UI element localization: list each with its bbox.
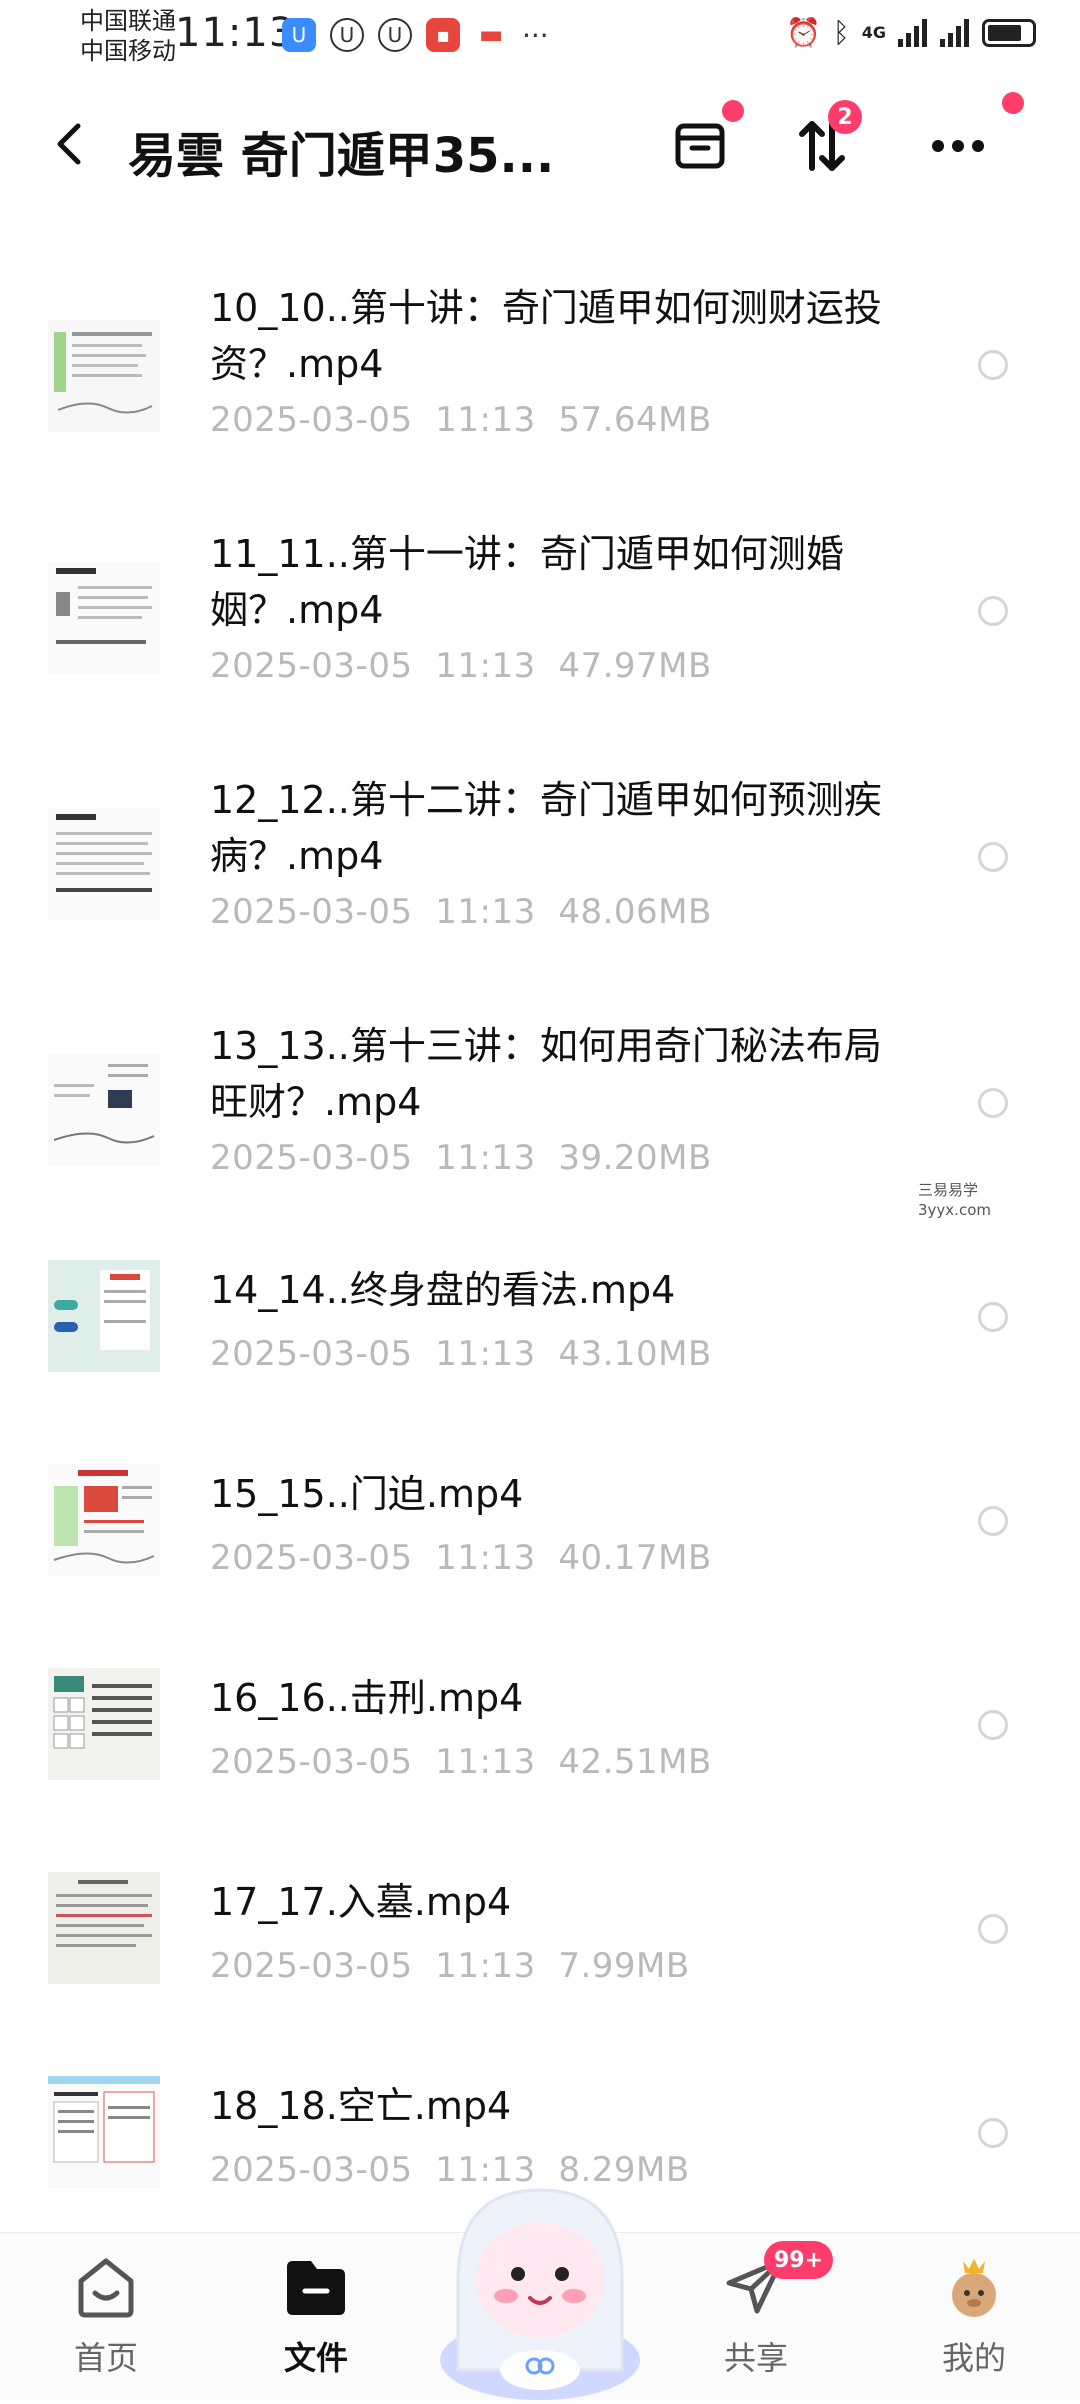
select-radio[interactable] <box>978 842 1008 872</box>
more-notifications-icon: ··· <box>522 18 549 52</box>
select-radio[interactable] <box>978 1710 1008 1740</box>
app-notification-icon: U <box>378 18 412 52</box>
file-meta: 2025-03-05 11:13 57.64MB <box>210 400 712 440</box>
select-button[interactable] <box>660 100 744 186</box>
select-radio[interactable] <box>978 1088 1008 1118</box>
select-radio[interactable] <box>978 350 1008 380</box>
carrier-2: 中国移动 <box>80 37 176 65</box>
file-meta: 2025-03-05 11:13 48.06MB <box>210 892 712 932</box>
home-icon <box>78 2258 134 2318</box>
video-thumbnail <box>48 562 160 674</box>
file-meta: 2025-03-05 11:13 40.17MB <box>210 1538 712 1578</box>
watermark: 三易易学 3yyx.com <box>918 1181 991 1219</box>
alarm-icon: ⏰ <box>786 16 821 49</box>
box-icon <box>675 123 725 169</box>
video-thumbnail <box>48 2076 160 2188</box>
file-name: 10_10..第十讲：奇门遁甲如何测财运投资？.mp4 <box>210 286 882 386</box>
video-thumbnail <box>48 320 160 432</box>
avatar-icon <box>952 2259 996 2317</box>
nav-mine[interactable]: 我的 <box>904 2251 1044 2379</box>
nav-label: 共享 <box>723 2339 788 2377</box>
nav-share[interactable]: 共享 99+ <box>686 2241 834 2379</box>
status-bar: 中国联通 中国移动 11:13 U U U ▪ ▬ ··· ⏰ ᛒ 4G <box>0 0 1080 80</box>
file-name: 13_13..第十三讲：如何用奇门秘法布局旺财？.mp4 <box>210 1024 882 1124</box>
file-name: 17_17.入墓.mp4 <box>210 1880 512 1924</box>
system-icons: ⏰ ᛒ 4G <box>786 16 1036 49</box>
file-name: 12_12..第十二讲：奇门遁甲如何预测疾病？.mp4 <box>210 778 882 878</box>
file-meta: 2025-03-05 11:13 47.97MB <box>210 646 712 686</box>
video-thumbnail <box>48 1668 160 1780</box>
network-type: 4G <box>861 23 886 42</box>
file-meta: 2025-03-05 11:13 42.51MB <box>210 1742 712 1782</box>
file-name: 14_14..终身盘的看法.mp4 <box>210 1268 676 1312</box>
video-thumbnail <box>48 1872 160 1984</box>
file-meta: 2025-03-05 11:13 7.99MB <box>210 1946 690 1986</box>
nav-label: 我的 <box>941 2339 1006 2377</box>
status-time: 11:13 <box>175 10 296 56</box>
signal-icon <box>940 18 969 47</box>
select-radio[interactable] <box>978 2118 1008 2148</box>
book-icon: ▬ <box>474 18 508 52</box>
nav-home[interactable]: 首页 <box>36 2251 176 2379</box>
carrier-1: 中国联通 <box>80 7 176 35</box>
more-icon <box>932 140 984 152</box>
sort-button[interactable]: 2 <box>782 100 862 186</box>
app-notification-icon: U <box>282 18 316 52</box>
nav-label: 文件 <box>283 2339 348 2377</box>
nav-files[interactable]: 文件 <box>246 2251 386 2379</box>
file-meta: 2025-03-05 11:13 39.20MB <box>210 1138 712 1178</box>
signal-icon <box>898 18 927 47</box>
app-notification-icon: U <box>330 18 364 52</box>
back-button[interactable] <box>48 114 88 184</box>
mascot-icon <box>440 2188 640 2400</box>
bluetooth-icon: ᛒ <box>832 16 850 49</box>
ai-assistant-button[interactable] <box>430 2170 650 2400</box>
chevron-left-icon <box>57 123 81 165</box>
share-badge: 99+ <box>764 2241 834 2279</box>
select-radio[interactable] <box>978 596 1008 626</box>
nav-label: 首页 <box>73 2339 138 2377</box>
carrier-info: 中国联通 中国移动 <box>80 6 176 66</box>
notification-dot <box>1002 92 1024 114</box>
video-thumbnail <box>48 1464 160 1576</box>
file-meta: 2025-03-05 11:13 43.10MB <box>210 1334 712 1374</box>
video-thumbnail <box>48 808 160 920</box>
app-notification-icon: ▪ <box>426 18 460 52</box>
more-button[interactable] <box>918 92 1024 186</box>
video-thumbnail <box>48 1054 160 1166</box>
sort-badge: 2 <box>828 100 862 134</box>
select-radio[interactable] <box>978 1914 1008 1944</box>
file-name: 15_15..门迫.mp4 <box>210 1472 524 1516</box>
video-thumbnail <box>48 1260 160 1372</box>
file-name: 16_16..击刑.mp4 <box>210 1676 524 1720</box>
select-radio[interactable] <box>978 1302 1008 1332</box>
select-radio[interactable] <box>978 1506 1008 1536</box>
battery-icon <box>982 18 1036 47</box>
file-name: 11_11..第十一讲：奇门遁甲如何测婚姻？.mp4 <box>210 532 844 632</box>
notification-icons: U U U ▪ ▬ ··· <box>282 18 549 52</box>
file-name: 18_18.空亡.mp4 <box>210 2084 512 2128</box>
page-title: 易雲 奇门遁甲35... <box>128 128 555 184</box>
app-bar: 易雲 奇门遁甲35... 2 <box>0 92 1080 196</box>
notification-dot <box>722 100 744 122</box>
folder-icon <box>287 2261 345 2315</box>
